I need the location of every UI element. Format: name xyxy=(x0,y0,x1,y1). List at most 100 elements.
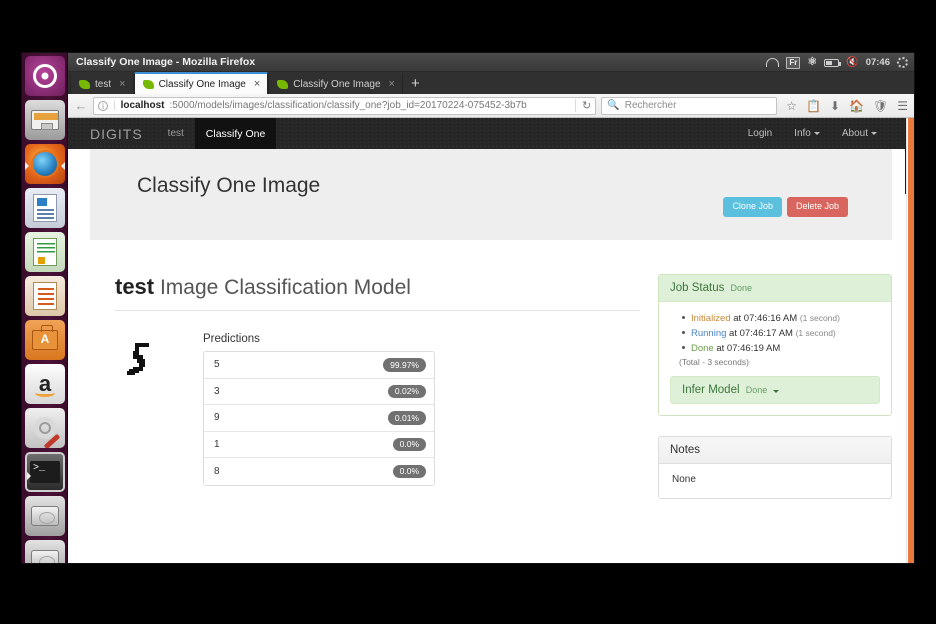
job-status-step-initialized: Initialized at 07:46:16 AM (1 second) xyxy=(682,311,880,326)
site-info-icon[interactable]: i xyxy=(98,100,108,111)
tab-close-icon[interactable]: × xyxy=(119,78,125,90)
tab-label: Classify One Image xyxy=(293,78,381,90)
prediction-class: 8 xyxy=(214,465,220,477)
browser-tab-test[interactable]: test × xyxy=(70,74,134,94)
reading-list-icon[interactable]: 📋 xyxy=(806,99,821,113)
nav-item-login[interactable]: Login xyxy=(737,118,783,149)
battery-icon[interactable] xyxy=(824,58,842,67)
urlbar-separator: | xyxy=(113,100,116,111)
chevron-down-icon[interactable] xyxy=(773,390,780,393)
step-name: Done xyxy=(691,343,714,354)
notes-header: Notes xyxy=(659,437,891,464)
terminal-icon[interactable]: >_ xyxy=(25,452,65,492)
page-scrollbar[interactable] xyxy=(906,118,914,563)
downloads-icon[interactable]: ⬇ xyxy=(830,99,840,113)
job-status-title: Job Status xyxy=(670,282,725,294)
model-name: test xyxy=(115,274,155,299)
tab-favicon xyxy=(142,79,154,89)
window-title: Classify One Image - Mozilla Firefox xyxy=(76,56,256,68)
chevron-down-icon xyxy=(871,132,877,135)
system-settings-icon[interactable] xyxy=(25,408,65,448)
prediction-row: 3 0.02% xyxy=(204,378,434,405)
step-duration: (1 second) xyxy=(799,313,840,323)
prediction-class: 5 xyxy=(214,359,220,371)
predictions-label: Predictions xyxy=(203,333,260,345)
software-center-icon[interactable] xyxy=(25,320,65,360)
system-tray[interactable]: Fr ⚛ 🔇 07:46 xyxy=(766,53,908,72)
new-tab-button[interactable]: + xyxy=(403,76,428,94)
tab-label: Classify One Image xyxy=(158,78,246,90)
navigation-toolbar[interactable]: ← i | localhost :5000/models/images/class… xyxy=(68,94,914,118)
prediction-row: 1 0.0% xyxy=(204,431,434,458)
nav-item-test[interactable]: test xyxy=(157,118,195,149)
right-column: Job Status Done Initialized at 07:46:16 … xyxy=(658,274,892,519)
bluetooth-icon[interactable]: ⚛ xyxy=(807,57,817,68)
disk-drive-icon[interactable] xyxy=(25,496,65,536)
inference-result: Predictions 5 99.97% 3 0.02% 9 0.01% 1 0… xyxy=(115,333,640,486)
delete-job-button[interactable]: Delete Job xyxy=(786,197,848,217)
job-status-steps: Initialized at 07:46:16 AM (1 second) Ru… xyxy=(682,311,880,356)
scrollbar-thumb[interactable] xyxy=(908,118,914,563)
infer-model-state: Done xyxy=(745,385,768,395)
files-icon[interactable] xyxy=(25,100,65,140)
menu-icon[interactable]: ☰ xyxy=(897,99,908,113)
step-name: Running xyxy=(691,328,727,339)
tab-bar[interactable]: test × Classify One Image × Classify One… xyxy=(68,72,914,94)
job-status-state: Done xyxy=(730,283,753,293)
url-bar[interactable]: i | localhost :5000/models/images/classif… xyxy=(93,96,597,115)
back-icon[interactable]: ← xyxy=(74,98,88,113)
step-duration: (1 second) xyxy=(795,328,836,338)
left-column: test Image Classification Model Predicti… xyxy=(90,274,640,519)
job-actions[interactable]: Clone Job Delete Job xyxy=(723,197,848,217)
step-time: at 07:46:16 AM xyxy=(733,313,798,324)
firefox-icon[interactable] xyxy=(25,144,65,184)
wifi-icon[interactable] xyxy=(766,58,780,67)
tab-close-icon[interactable]: × xyxy=(254,78,260,90)
unity-launcher[interactable]: a >_ xyxy=(22,53,68,563)
libreoffice-impress-icon[interactable] xyxy=(25,276,65,316)
keyboard-layout-icon[interactable]: Fr xyxy=(786,56,801,69)
clock[interactable]: 07:46 xyxy=(866,57,890,68)
job-status-total: (Total - 3 seconds) xyxy=(679,357,749,367)
nav-item-info[interactable]: Info xyxy=(783,118,831,149)
browser-tab-classify-one-image[interactable]: Classify One Image × xyxy=(133,72,269,94)
pocket-icon[interactable]: 🛡 xyxy=(873,99,888,113)
amazon-icon[interactable]: a xyxy=(25,364,65,404)
infer-model-collapsible[interactable]: Infer Model Done xyxy=(670,376,880,404)
url-path: :5000/models/images/classification/class… xyxy=(169,100,527,111)
home-icon[interactable]: 🏠 xyxy=(849,99,864,113)
libreoffice-calc-icon[interactable] xyxy=(25,232,65,272)
libreoffice-writer-icon[interactable] xyxy=(25,188,65,228)
digits-brand[interactable]: DIGITS xyxy=(90,118,157,149)
desktop-background: a >_ Classify One Image - Mozilla Firefo… xyxy=(0,0,936,624)
reload-icon[interactable]: ↻ xyxy=(575,99,591,112)
search-input[interactable]: 🔍 Rechercher xyxy=(601,96,778,115)
notes-body: None xyxy=(672,474,696,485)
digits-navbar-right[interactable]: Login Info About xyxy=(737,118,914,149)
input-digit-image xyxy=(115,333,171,389)
digits-navbar[interactable]: DIGITS test Classify One Login Info Abou… xyxy=(68,118,914,149)
volume-muted-icon[interactable]: 🔇 xyxy=(846,57,858,68)
disk-drive-icon-2[interactable] xyxy=(25,540,65,563)
job-status-step-done: Done at 07:46:19 AM xyxy=(682,341,880,356)
browser-tab-classify-one-image-2[interactable]: Classify One Image × xyxy=(268,74,403,94)
tab-close-icon[interactable]: × xyxy=(389,78,395,90)
system-menu-icon[interactable] xyxy=(897,57,908,68)
toolbar-icons[interactable]: ☆ 📋 ⬇ 🏠 🛡 ☰ xyxy=(782,99,908,113)
bookmark-star-icon[interactable]: ☆ xyxy=(786,99,797,113)
digit-five-glyph xyxy=(115,333,171,389)
clone-job-button[interactable]: Clone Job xyxy=(723,197,782,217)
url-host: localhost xyxy=(120,100,165,111)
prediction-row: 5 99.97% xyxy=(204,352,434,379)
prediction-class: 9 xyxy=(214,412,220,424)
infer-model-label: Infer Model xyxy=(682,384,740,396)
search-placeholder: Rechercher xyxy=(624,100,677,111)
main-content: test Image Classification Model Predicti… xyxy=(90,274,892,519)
chevron-down-icon xyxy=(813,132,820,135)
prediction-confidence: 0.01% xyxy=(387,411,426,425)
ubuntu-dash-icon[interactable] xyxy=(25,56,65,96)
model-heading: test Image Classification Model xyxy=(115,274,640,311)
prediction-row: 9 0.01% xyxy=(204,405,434,432)
nav-item-about[interactable]: About xyxy=(831,118,888,149)
nav-item-classify-one[interactable]: Classify One xyxy=(194,118,277,149)
